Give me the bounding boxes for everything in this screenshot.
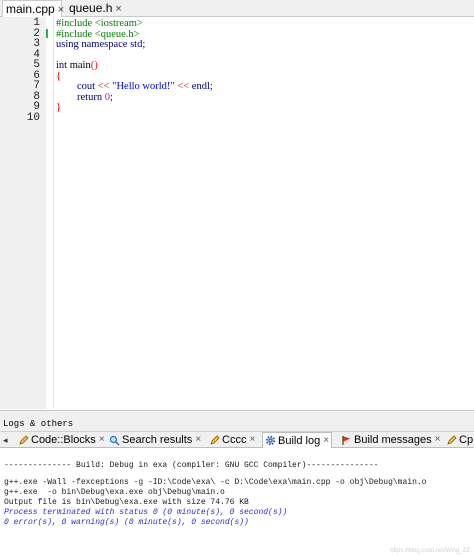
log-line: g++.exe -o bin\Debug\exa.exe obj\Debug\m…: [4, 488, 225, 497]
log-line: -------------- Build: Debug in exa (comp…: [4, 461, 379, 470]
code-line: {: [56, 71, 62, 82]
watermark: https://blog.csdn.net/Wing_ZZ: [390, 548, 470, 554]
editor-tab-bar: main.cpp × queue.h ×: [0, 0, 474, 17]
logs-tab-bar: ◂ Code::Blocks × Search results × Cccc × Bu…: [0, 431, 474, 448]
line-number: 10: [26, 112, 40, 124]
log-line: g++.exe -Wall -fexceptions -g -ID:\Code\…: [4, 478, 427, 487]
changed-line-marker: [46, 29, 48, 38]
tab-label: Build messages: [354, 434, 432, 446]
code-line: using namespace std;: [56, 39, 145, 50]
scroll-left-icon[interactable]: ◂: [3, 433, 8, 447]
build-log-output[interactable]: -------------- Build: Debug in exa (comp…: [0, 448, 474, 555]
tab-search-results[interactable]: Search results ×: [109, 432, 201, 448]
number-literal: 0: [102, 92, 110, 103]
tab-label: Code::Blocks: [31, 434, 96, 446]
keyword: using namespace: [56, 39, 128, 50]
paren: (): [90, 60, 98, 71]
code-editor[interactable]: #include <iostream> #include <queue.h> u…: [56, 17, 474, 409]
line-number-gutter: 1 2 3 4 5 6 7 8 9 10: [0, 17, 46, 409]
pencil-icon: [447, 434, 457, 445]
tab-build-log[interactable]: Build log ×: [262, 432, 333, 449]
close-icon[interactable]: ×: [323, 433, 329, 449]
code-text: cout: [77, 81, 98, 92]
close-icon[interactable]: ×: [249, 432, 255, 448]
operator: <<: [97, 81, 110, 92]
flag-icon: [342, 435, 351, 445]
log-line-status: Process terminated with status 0 (0 minu…: [4, 508, 288, 517]
code-text: std;: [127, 39, 146, 50]
tab-cppcheck[interactable]: Cp: [446, 432, 473, 448]
close-icon[interactable]: ×: [435, 432, 441, 448]
close-icon[interactable]: ×: [99, 432, 105, 448]
fold-margin[interactable]: [46, 17, 54, 409]
keyword: int: [56, 60, 68, 71]
code-line: return 0;: [77, 92, 113, 103]
tab-queue-h[interactable]: queue.h ×: [66, 0, 124, 17]
tab-build-messages[interactable]: Build messages ×: [341, 432, 441, 448]
tab-label: main.cpp: [6, 2, 55, 16]
tab-label: Cccc: [222, 434, 247, 446]
tab-main-cpp[interactable]: main.cpp ×: [2, 0, 64, 17]
tab-label: Build log: [278, 434, 321, 447]
search-icon: [109, 435, 120, 446]
log-line-summary: 0 error(s), 0 warning(s) (0 minute(s), 0…: [4, 518, 249, 527]
pencil-icon: [19, 434, 29, 445]
gear-icon: [265, 435, 276, 446]
tab-label: Cp: [459, 434, 474, 446]
operator: <<: [177, 81, 190, 92]
string-literal: "Hello world!": [109, 81, 178, 92]
tab-cccc[interactable]: Cccc ×: [209, 432, 255, 448]
tab-label: queue.h: [69, 1, 113, 15]
close-icon[interactable]: ×: [58, 4, 64, 16]
log-line: Output file is bin\Debug\exa.exe with si…: [4, 498, 249, 507]
code-line: int main(): [56, 60, 98, 71]
code-line: #include <iostream>: [56, 18, 143, 29]
tab-label: Search results: [122, 434, 193, 446]
code-line: cout << "Hello world!" << endl;: [77, 81, 213, 92]
code-text: endl;: [189, 81, 213, 92]
keyword: return: [77, 92, 103, 103]
close-icon[interactable]: ×: [115, 3, 121, 15]
code-text: ;: [109, 92, 113, 103]
code-text: main: [67, 60, 91, 71]
tab-codeblocks[interactable]: Code::Blocks ×: [18, 432, 105, 448]
code-line: }: [56, 102, 62, 113]
logs-panel: Logs & others ◂ Code::Blocks × Search res…: [0, 410, 474, 555]
pencil-icon: [210, 434, 220, 445]
close-icon[interactable]: ×: [195, 432, 201, 448]
logs-panel-title: Logs & others: [3, 419, 74, 429]
